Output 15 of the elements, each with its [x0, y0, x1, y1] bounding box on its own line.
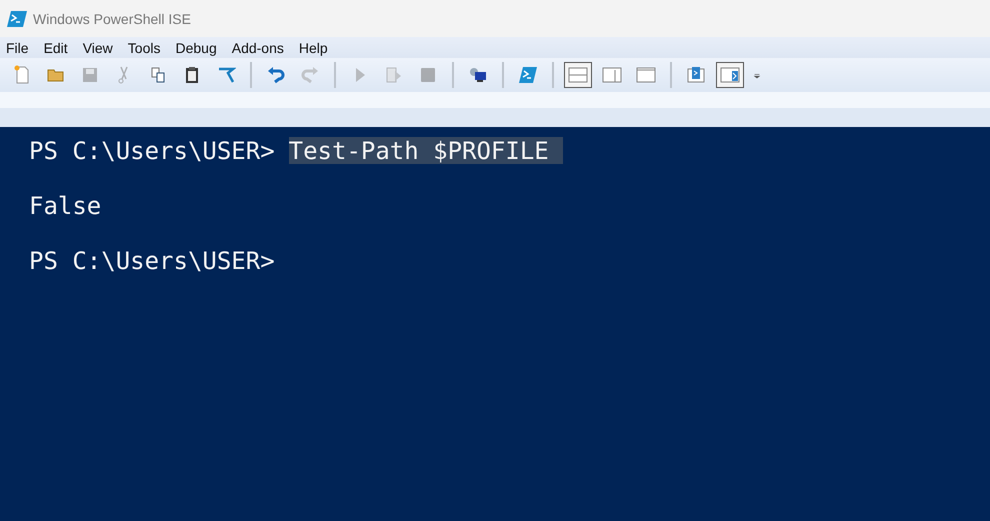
- powershell-logo-icon: [7, 10, 27, 26]
- console-prompt: PS C:\Users\USER>: [29, 247, 275, 274]
- console-output: False: [29, 192, 102, 219]
- console-prompt: PS C:\Users\USER>: [29, 137, 275, 164]
- menu-item[interactable]: View: [78, 40, 117, 56]
- menu-item[interactable]: Debug: [171, 40, 221, 56]
- menu-item[interactable]: Help: [294, 40, 332, 56]
- menu-item[interactable]: Add-ons: [228, 40, 288, 56]
- console-command: Test-Path $PROFILE: [288, 137, 563, 164]
- menu-item[interactable]: Tools: [124, 40, 164, 56]
- script-pane-right-icon[interactable]: [716, 62, 744, 88]
- menu-item[interactable]: File: [2, 40, 33, 56]
- menu-item[interactable]: Edit: [40, 40, 72, 56]
- pane-top-icon[interactable]: [564, 62, 592, 88]
- window-title: Windows PowerShell ISE: [33, 10, 191, 26]
